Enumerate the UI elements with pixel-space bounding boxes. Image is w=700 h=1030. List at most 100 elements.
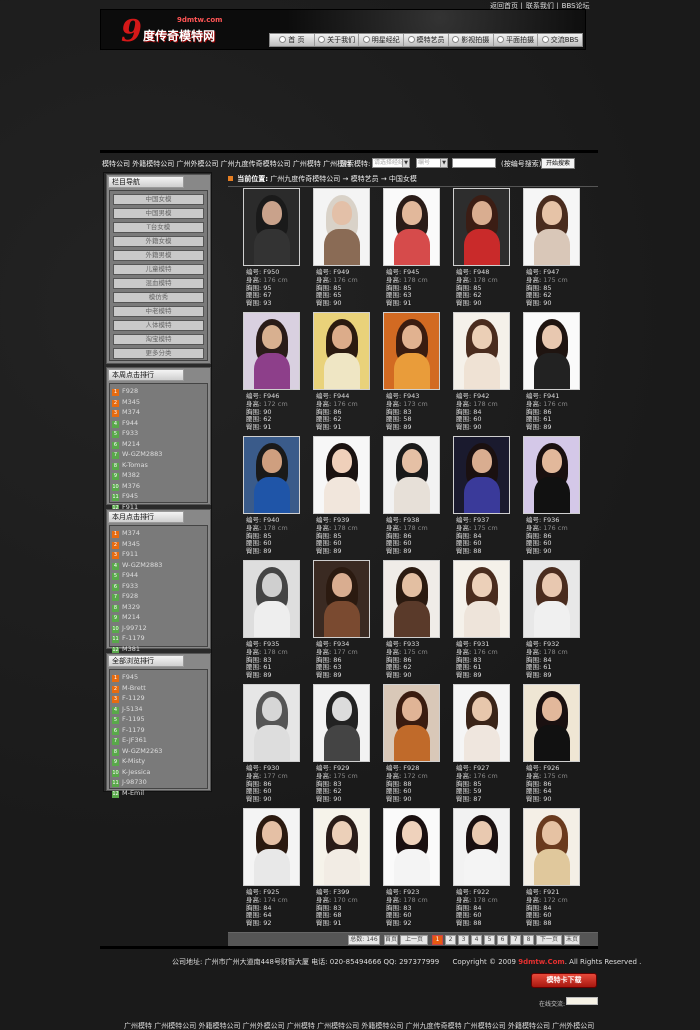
nav-item-1[interactable]: 关于我们	[315, 34, 360, 46]
nav-item-4[interactable]: 影视拍摄	[449, 34, 494, 46]
category-item-2[interactable]: T台女模	[113, 222, 204, 233]
rank-item[interactable]: 7 E-JF361	[110, 735, 207, 746]
category-item-7[interactable]: 模仿秀	[113, 292, 204, 303]
rank-item[interactable]: 3 F-1129	[110, 693, 207, 704]
model-card[interactable]: 编号: F946 身高: 172 cm 胸围: 90 腰围: 62 臀围: 91	[243, 312, 303, 436]
model-card[interactable]: 编号: F930 身高: 177 cm 胸围: 86 腰围: 60 臀围: 90	[243, 684, 303, 808]
model-photo[interactable]	[383, 436, 440, 514]
model-card[interactable]: 编号: F932 身高: 178 cm 胸围: 84 腰围: 61 臀围: 89	[523, 560, 583, 684]
model-card[interactable]: 编号: F936 身高: 176 cm 胸围: 86 腰围: 60 臀围: 90	[523, 436, 583, 560]
model-card[interactable]: 编号: F925 身高: 174 cm 胸围: 84 腰围: 64 臀围: 92	[243, 808, 303, 932]
model-card[interactable]: 编号: F922 身高: 178 cm 胸围: 84 腰围: 60 臀围: 88	[453, 808, 513, 932]
category-item-9[interactable]: 人体模特	[113, 320, 204, 331]
rank-item[interactable]: 10 M376	[110, 481, 207, 492]
online-chat-badge[interactable]	[566, 997, 598, 1005]
rank-item[interactable]: 11 F-1179	[110, 633, 207, 644]
model-photo[interactable]	[243, 560, 300, 638]
page-number-6[interactable]: 6	[497, 935, 508, 945]
model-photo[interactable]	[523, 684, 580, 762]
rank-item[interactable]: 10 J-99712	[110, 623, 207, 634]
rank-item[interactable]: 1 M374	[110, 528, 207, 539]
category-item-0[interactable]: 中国女模	[113, 194, 204, 205]
nav-item-0[interactable]: 首 页	[270, 34, 315, 46]
nav-item-2[interactable]: 明星经纪	[359, 34, 405, 46]
keyword-links[interactable]: 模特公司 外籍模特公司 广州外模公司 广州九度传奇模特公司 广州模特 广州模特	[102, 159, 351, 169]
model-photo[interactable]	[243, 436, 300, 514]
model-card[interactable]: 编号: F928 身高: 172 cm 胸围: 88 腰围: 60 臀围: 90	[383, 684, 443, 808]
model-photo[interactable]	[313, 808, 370, 886]
rank-item[interactable]: 4 J-5134	[110, 704, 207, 715]
rank-item[interactable]: 8 M329	[110, 602, 207, 613]
model-card[interactable]: 编号: F941 身高: 176 cm 胸围: 86 腰围: 61 臀围: 89	[523, 312, 583, 436]
agency-select[interactable]: 请选择经纪 ▼	[372, 158, 410, 168]
model-card[interactable]: 编号: F945 身高: 178 cm 胸围: 85 腰围: 63 臀围: 91	[383, 188, 443, 312]
model-photo[interactable]	[523, 312, 580, 390]
model-photo[interactable]	[313, 560, 370, 638]
category-item-4[interactable]: 外籍男模	[113, 250, 204, 261]
model-photo[interactable]	[453, 684, 510, 762]
rank-item[interactable]: 11 F945	[110, 491, 207, 502]
model-photo[interactable]	[243, 188, 300, 266]
model-card[interactable]: 编号: F944 身高: 176 cm 胸围: 86 腰围: 62 臀围: 91	[313, 312, 373, 436]
model-card[interactable]: 编号: F938 身高: 178 cm 胸围: 86 腰围: 60 臀围: 89	[383, 436, 443, 560]
rank-item[interactable]: 6 F-1179	[110, 725, 207, 736]
model-card[interactable]: 编号: F921 身高: 172 cm 胸围: 84 腰围: 60 臀围: 88	[523, 808, 583, 932]
rank-item[interactable]: 12 M-Emil	[110, 788, 207, 799]
model-photo[interactable]	[383, 684, 440, 762]
page-number-2[interactable]: 2	[445, 935, 456, 945]
rank-item[interactable]: 2 M345	[110, 539, 207, 550]
category-item-3[interactable]: 外籍女模	[113, 236, 204, 247]
category-item-8[interactable]: 中老模特	[113, 306, 204, 317]
category-item-6[interactable]: 混血模特	[113, 278, 204, 289]
rank-item[interactable]: 2 M345	[110, 397, 207, 408]
model-card[interactable]: 编号: F933 身高: 175 cm 胸围: 86 腰围: 62 臀围: 90	[383, 560, 443, 684]
next-page-button[interactable]: 下一页	[536, 935, 562, 945]
nav-item-3[interactable]: 模特艺员	[404, 34, 449, 46]
page-number-4[interactable]: 4	[471, 935, 482, 945]
model-photo[interactable]	[523, 808, 580, 886]
rank-item[interactable]: 5 F933	[110, 428, 207, 439]
page-number-5[interactable]: 5	[484, 935, 495, 945]
model-card[interactable]: 编号: F935 身高: 178 cm 胸围: 83 腰围: 61 臀围: 89	[243, 560, 303, 684]
model-card[interactable]: 编号: F929 身高: 175 cm 胸围: 83 腰围: 62 臀围: 90	[313, 684, 373, 808]
model-card[interactable]: 编号: F947 身高: 175 cm 胸围: 85 腰围: 62 臀围: 90	[523, 188, 583, 312]
model-card[interactable]: 编号: F950 身高: 176 cm 胸围: 95 腰围: 67 臀围: 93	[243, 188, 303, 312]
rank-item[interactable]: 3 F911	[110, 549, 207, 560]
model-card[interactable]: 编号: F949 身高: 176 cm 胸围: 85 腰围: 65 臀围: 90	[313, 188, 373, 312]
model-photo[interactable]	[383, 560, 440, 638]
model-card[interactable]: 编号: F948 身高: 178 cm 胸围: 85 腰围: 62 臀围: 90	[453, 188, 513, 312]
model-card[interactable]: 编号: F931 身高: 176 cm 胸围: 83 腰围: 61 臀围: 89	[453, 560, 513, 684]
page-number-1[interactable]: 1	[432, 935, 443, 945]
search-button[interactable]: 开始搜索	[541, 158, 575, 169]
model-card[interactable]: 编号: F942 身高: 178 cm 胸围: 84 腰围: 60 臀围: 90	[453, 312, 513, 436]
model-card[interactable]: 编号: F937 身高: 175 cm 胸围: 84 腰围: 60 臀围: 88	[453, 436, 513, 560]
model-photo[interactable]	[313, 436, 370, 514]
model-photo[interactable]	[243, 684, 300, 762]
page-number-7[interactable]: 7	[510, 935, 521, 945]
model-photo[interactable]	[313, 684, 370, 762]
model-photo[interactable]	[453, 312, 510, 390]
model-photo[interactable]	[383, 188, 440, 266]
breadcrumb-path[interactable]: 广州九度传奇模特公司 → 模特艺员 → 中国女模	[270, 175, 417, 183]
bottom-keyword-links[interactable]: 广州模特 广州模特公司 外籍模特公司 广州外模公司 广州模特 广州模特公司 外籍…	[124, 1021, 594, 1030]
model-photo[interactable]	[243, 808, 300, 886]
model-card[interactable]: 编号: F939 身高: 178 cm 胸围: 85 腰围: 60 臀围: 89	[313, 436, 373, 560]
category-item-11[interactable]: 更多分类	[113, 348, 204, 359]
rank-item[interactable]: 11 J-98730	[110, 777, 207, 788]
model-card[interactable]: 编号: F399 身高: 170 cm 胸围: 83 腰围: 68 臀围: 91	[313, 808, 373, 932]
footer-brand[interactable]: 9dmtw.Com	[518, 958, 564, 966]
model-photo[interactable]	[383, 312, 440, 390]
rank-item[interactable]: 9 M382	[110, 470, 207, 481]
model-photo[interactable]	[313, 188, 370, 266]
category-item-1[interactable]: 中国男模	[113, 208, 204, 219]
model-card[interactable]: 编号: F927 身高: 176 cm 胸围: 85 腰围: 59 臀围: 87	[453, 684, 513, 808]
rank-item[interactable]: 4 F944	[110, 418, 207, 429]
rank-item[interactable]: 3 M374	[110, 407, 207, 418]
prev-page-button[interactable]: 上一页	[400, 935, 428, 945]
model-card[interactable]: 编号: F943 身高: 173 cm 胸围: 83 腰围: 58 臀围: 89	[383, 312, 443, 436]
model-photo[interactable]	[523, 188, 580, 266]
rank-item[interactable]: 6 F933	[110, 581, 207, 592]
search-input[interactable]	[452, 158, 496, 168]
rank-item[interactable]: 8 W-GZM2263	[110, 746, 207, 757]
model-card[interactable]: 编号: F940 身高: 178 cm 胸围: 85 腰围: 60 臀围: 89	[243, 436, 303, 560]
